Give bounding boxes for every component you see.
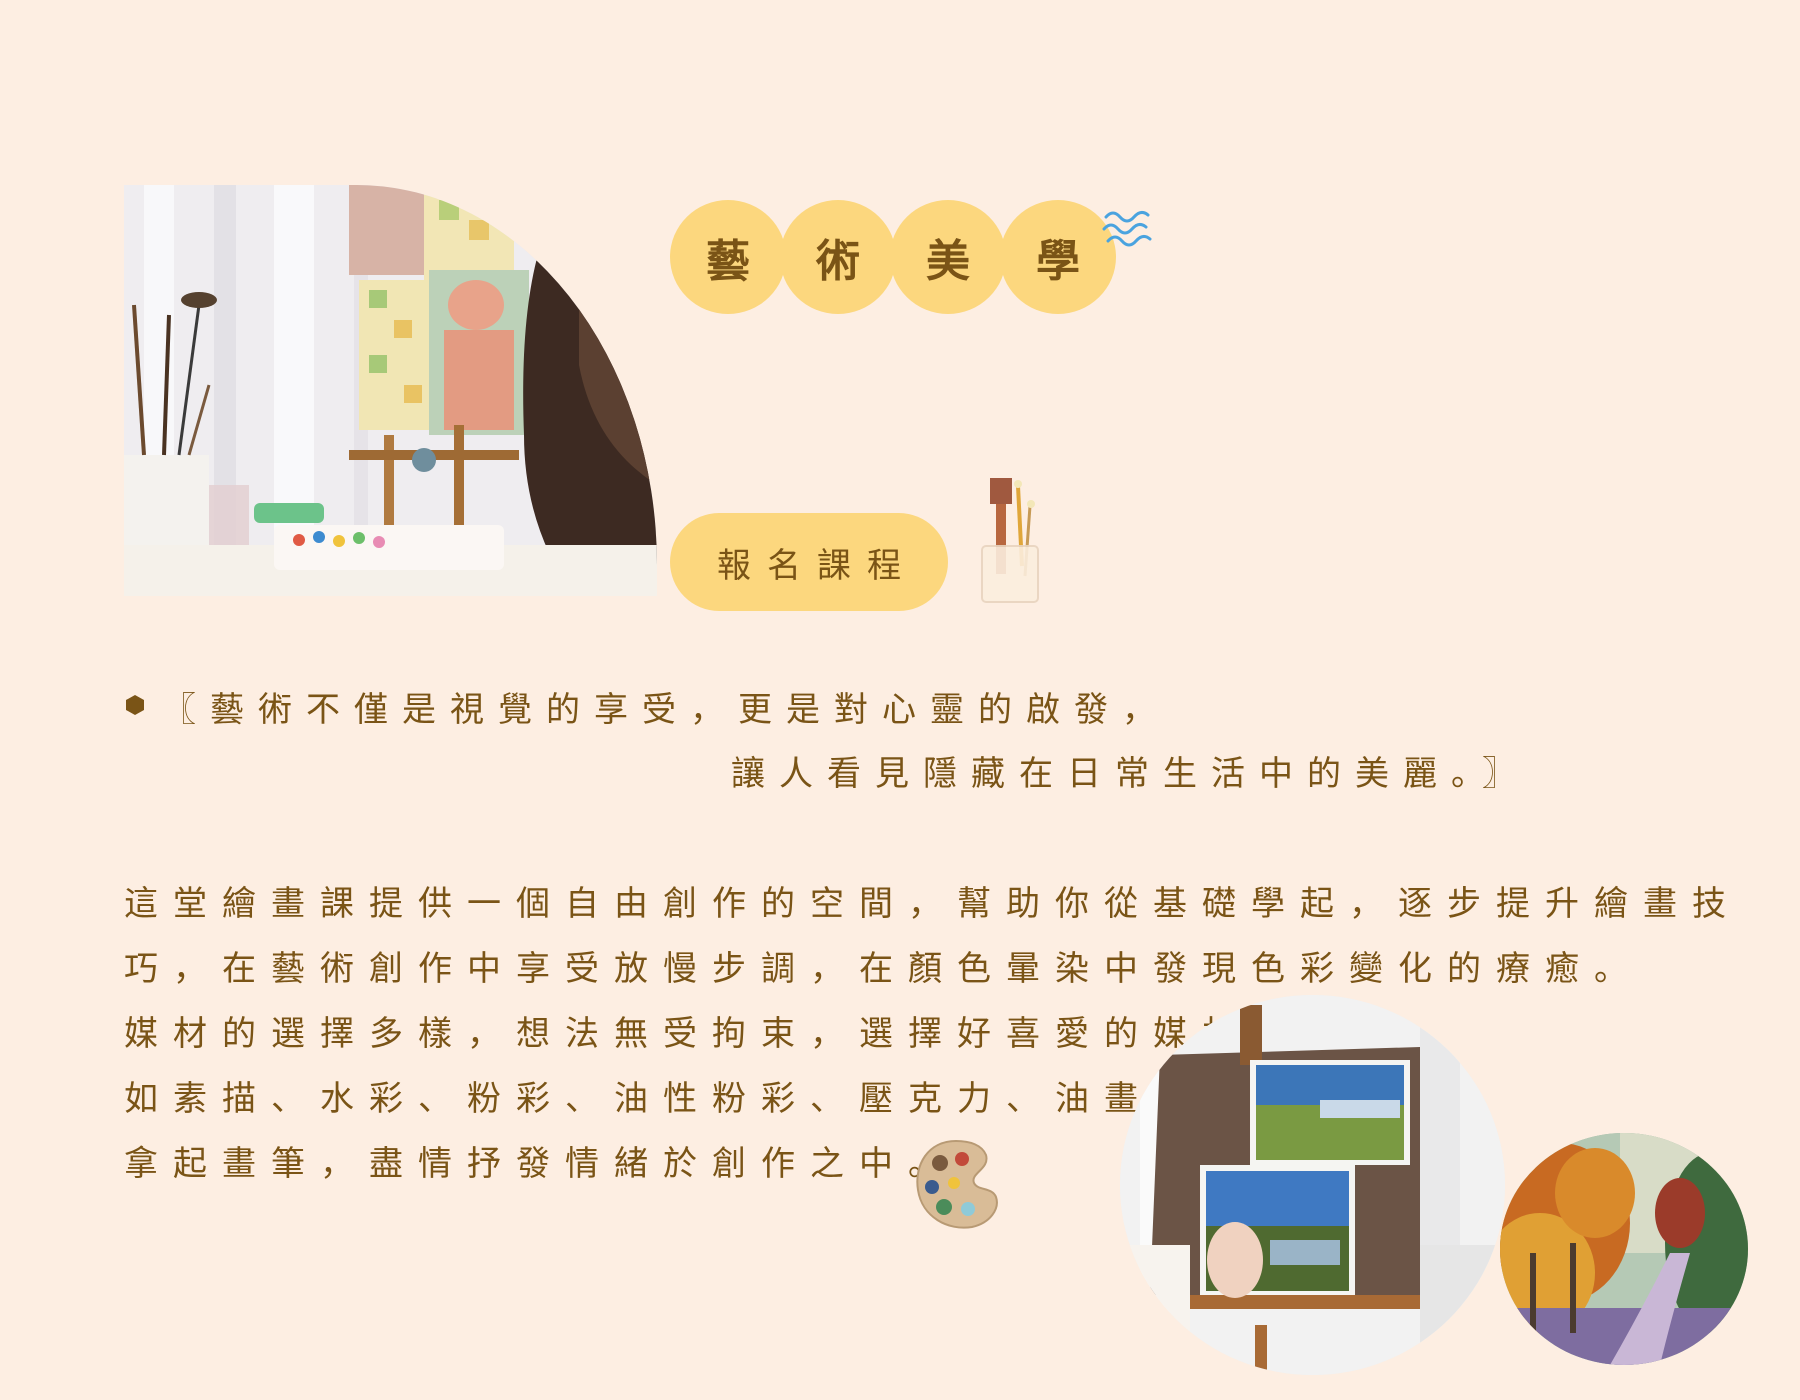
hexagon-bullet-icon	[126, 695, 144, 715]
autumn-landscape-painting	[1500, 1133, 1748, 1365]
palette-icon	[916, 1139, 998, 1229]
enroll-course-button[interactable]: 報名課程	[670, 513, 948, 611]
title-bubbles: 藝 術 美 學	[670, 200, 1130, 314]
quote-line-2: 讓人看見隱藏在日常生活中的美麗。〗	[731, 754, 1530, 794]
brush-jar-icon	[981, 478, 1039, 603]
quote-line-1: 〖藝術不僅是視覺的享受，更是對心靈的啟發，	[162, 690, 1170, 730]
body-text-line-1: 這堂繪畫課提供一個自由創作的空間，幫助你從基礎學起，逐步提升繪畫技	[124, 884, 1741, 924]
hero-photo-painter-at-easel	[124, 185, 657, 596]
title-char-4: 學	[1000, 200, 1116, 314]
waves-icon	[1102, 210, 1152, 247]
easel-painting-photo	[1120, 995, 1505, 1375]
page: 藝 術 美 學 報名課程 〖藝術不僅是視覺的享受，更是對心靈的啟發， 讓人看見隱…	[0, 0, 1800, 1400]
title-char-2: 術	[780, 200, 896, 314]
body-text-line-4: 如素描、水彩、粉彩、油性粉彩、壓克力、油畫，	[124, 1079, 1202, 1119]
body-text-line-5: 拿起畫筆，盡情抒發情緒於創作之中。	[124, 1144, 957, 1184]
body-text-line-3: 媒材的選擇多樣，想法無受拘束，選擇好喜愛的媒材，	[124, 1014, 1300, 1054]
title-char-1: 藝	[670, 200, 786, 314]
title-char-3: 美	[890, 200, 1006, 314]
body-text-line-2: 巧，在藝術創作中享受放慢步調，在顏色暈染中發現色彩變化的療癒。	[124, 949, 1643, 989]
